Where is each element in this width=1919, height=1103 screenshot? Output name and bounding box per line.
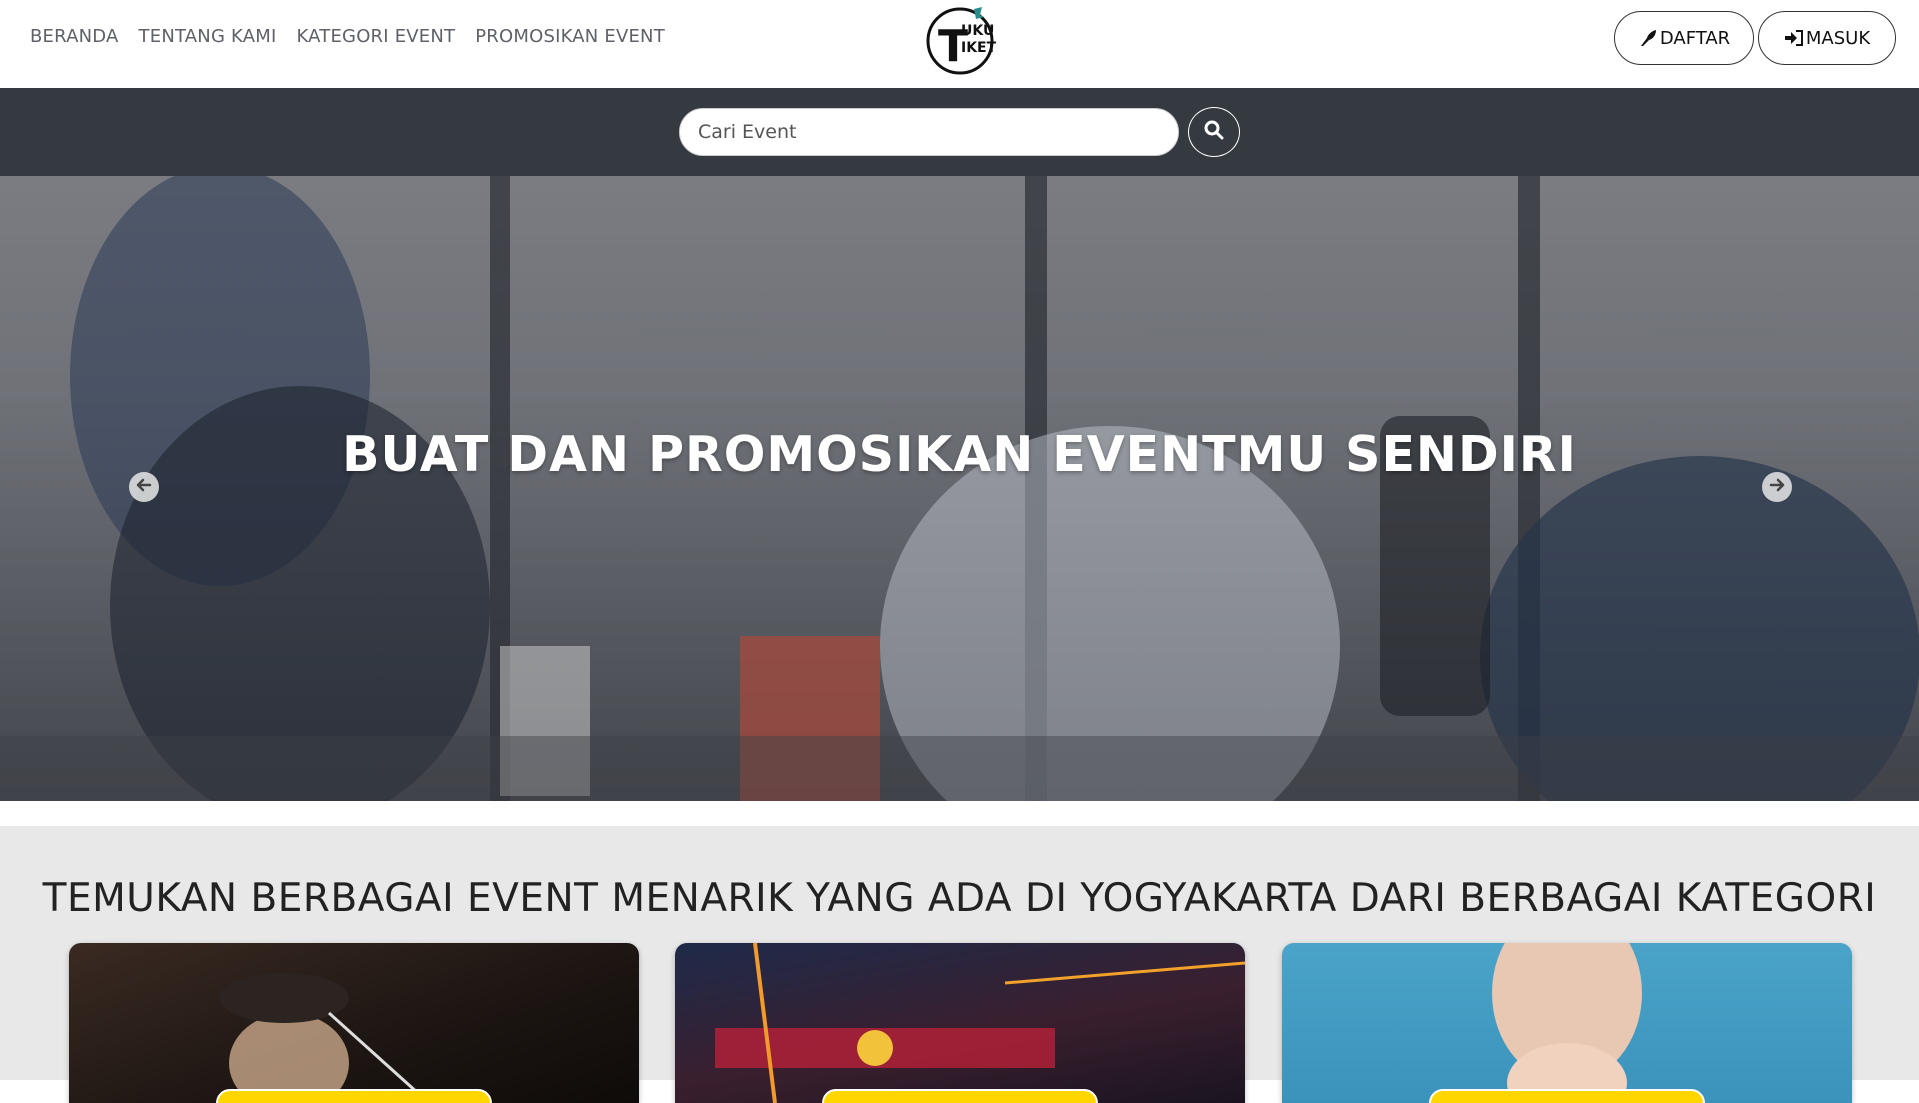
- feather-icon: [1638, 29, 1658, 47]
- card-badge: [822, 1089, 1098, 1103]
- navbar: BERANDA TENTANG KAMI KATEGORI EVENT PROM…: [0, 0, 1919, 88]
- daftar-label: DAFTAR: [1659, 27, 1731, 49]
- search-bar: [0, 88, 1919, 176]
- logo-text-iket: IKET: [961, 40, 996, 56]
- card-badge: [216, 1089, 492, 1103]
- category-card-festival[interactable]: [675, 943, 1245, 1103]
- hero-background-image: [0, 176, 1919, 801]
- carousel-next-button[interactable]: [1762, 472, 1792, 502]
- search-icon: [1204, 120, 1224, 144]
- daftar-button[interactable]: DAFTAR: [1614, 11, 1754, 65]
- category-card-music[interactable]: [69, 943, 639, 1103]
- card-image: [1492, 943, 1642, 1103]
- logo-text-uku: UKU: [961, 23, 994, 39]
- masuk-label: MASUK: [1805, 27, 1871, 49]
- section-title: TEMUKAN BERBAGAI EVENT MENARIK YANG ADA …: [42, 876, 1877, 921]
- nav-link-promosikan-event[interactable]: PROMOSIKAN EVENT: [475, 26, 665, 47]
- sign-in-icon: [1784, 29, 1804, 47]
- card-image: [219, 973, 431, 1103]
- card-badge: [1429, 1089, 1705, 1103]
- arrow-left-icon: [134, 475, 154, 499]
- tukutiket-logo[interactable]: T UKU IKET: [924, 3, 997, 75]
- card-image: [715, 943, 1245, 1103]
- nav-links: BERANDA TENTANG KAMI KATEGORI EVENT PROM…: [30, 26, 685, 47]
- carousel-prev-button[interactable]: [129, 472, 159, 502]
- hero-carousel: BUAT DAN PROMOSIKAN EVENTMU SENDIRI: [0, 176, 1919, 801]
- category-section: TEMUKAN BERBAGAI EVENT MENARIK YANG ADA …: [0, 826, 1919, 1103]
- nav-link-tentang-kami[interactable]: TENTANG KAMI: [139, 26, 277, 47]
- hero-title: BUAT DAN PROMOSIKAN EVENTMU SENDIRI: [342, 426, 1577, 483]
- category-card-kids[interactable]: [1282, 943, 1852, 1103]
- nav-link-beranda[interactable]: BERANDA: [30, 26, 119, 47]
- nav-link-kategori-event[interactable]: KATEGORI EVENT: [296, 26, 455, 47]
- masuk-button[interactable]: MASUK: [1758, 11, 1896, 65]
- search-button[interactable]: [1188, 107, 1240, 157]
- search-input[interactable]: [679, 108, 1179, 156]
- arrow-right-icon: [1767, 475, 1787, 499]
